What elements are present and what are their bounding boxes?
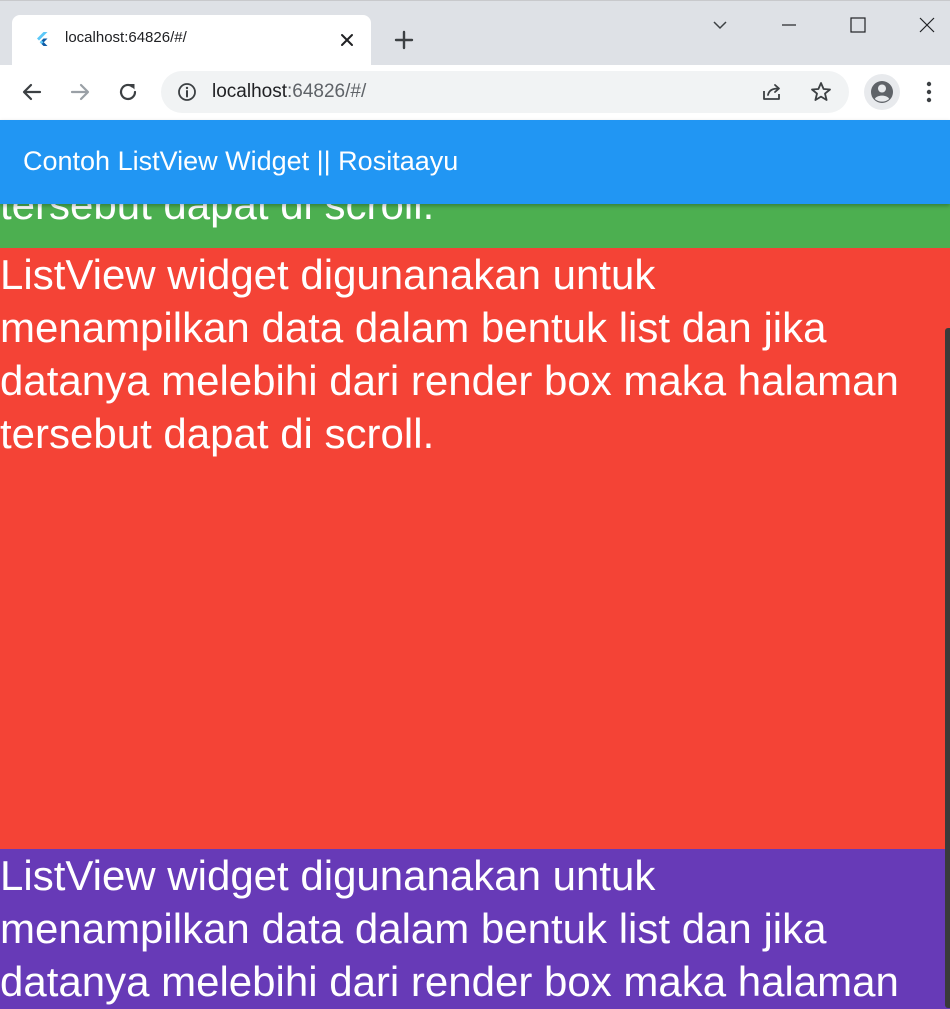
list-item: ListView widget digunanakan untuk menamp… bbox=[0, 204, 950, 248]
list-item: ListView widget digunanakan untuk menamp… bbox=[0, 248, 950, 849]
profile-avatar[interactable] bbox=[864, 74, 900, 110]
app-bar-title: Contoh ListView Widget || Rositaayu bbox=[23, 146, 459, 176]
list-item: ListView widget digunanakan untuk menamp… bbox=[0, 849, 950, 1009]
close-icon[interactable] bbox=[338, 31, 356, 49]
maximize-icon[interactable] bbox=[847, 14, 869, 36]
flutter-logo-icon bbox=[37, 32, 48, 46]
list-item-text: ListView widget digunanakan untuk menamp… bbox=[0, 251, 899, 457]
more-vert-icon[interactable] bbox=[918, 78, 940, 106]
address-bar[interactable]: localhost:64826/#/ bbox=[161, 71, 849, 113]
browser-tab-strip: localhost:64826/#/ bbox=[0, 0, 950, 66]
back-arrow-icon[interactable] bbox=[19, 79, 45, 105]
info-icon[interactable] bbox=[177, 82, 197, 102]
new-tab-plus-icon[interactable] bbox=[392, 28, 416, 52]
list-item-text: ListView widget digunanakan untuk menamp… bbox=[0, 204, 435, 228]
browser-toolbar: localhost:64826/#/ bbox=[0, 65, 950, 120]
minimize-icon[interactable] bbox=[778, 14, 800, 36]
reload-icon[interactable] bbox=[115, 79, 141, 105]
scrollbar-thumb[interactable] bbox=[945, 328, 950, 1008]
url-path: :64826/#/ bbox=[287, 81, 367, 102]
bookmark-star-icon[interactable] bbox=[809, 80, 833, 104]
person-icon bbox=[871, 81, 893, 103]
tab-search-chevron-icon[interactable] bbox=[709, 14, 731, 36]
url-host: localhost bbox=[212, 81, 287, 102]
url-text[interactable]: localhost:64826/#/ bbox=[212, 81, 366, 103]
browser-tab[interactable]: localhost:64826/#/ bbox=[12, 15, 371, 66]
forward-arrow-icon[interactable] bbox=[67, 79, 93, 105]
list-view[interactable]: ListView widget digunanakan untuk menamp… bbox=[0, 204, 950, 1009]
list-item-text: ListView widget digunanakan untuk menamp… bbox=[0, 852, 899, 1005]
app-bar: Contoh ListView Widget || Rositaayu bbox=[0, 120, 950, 204]
share-icon[interactable] bbox=[760, 80, 784, 104]
close-window-icon[interactable] bbox=[916, 14, 938, 36]
tab-title: localhost:64826/#/ bbox=[65, 29, 187, 46]
